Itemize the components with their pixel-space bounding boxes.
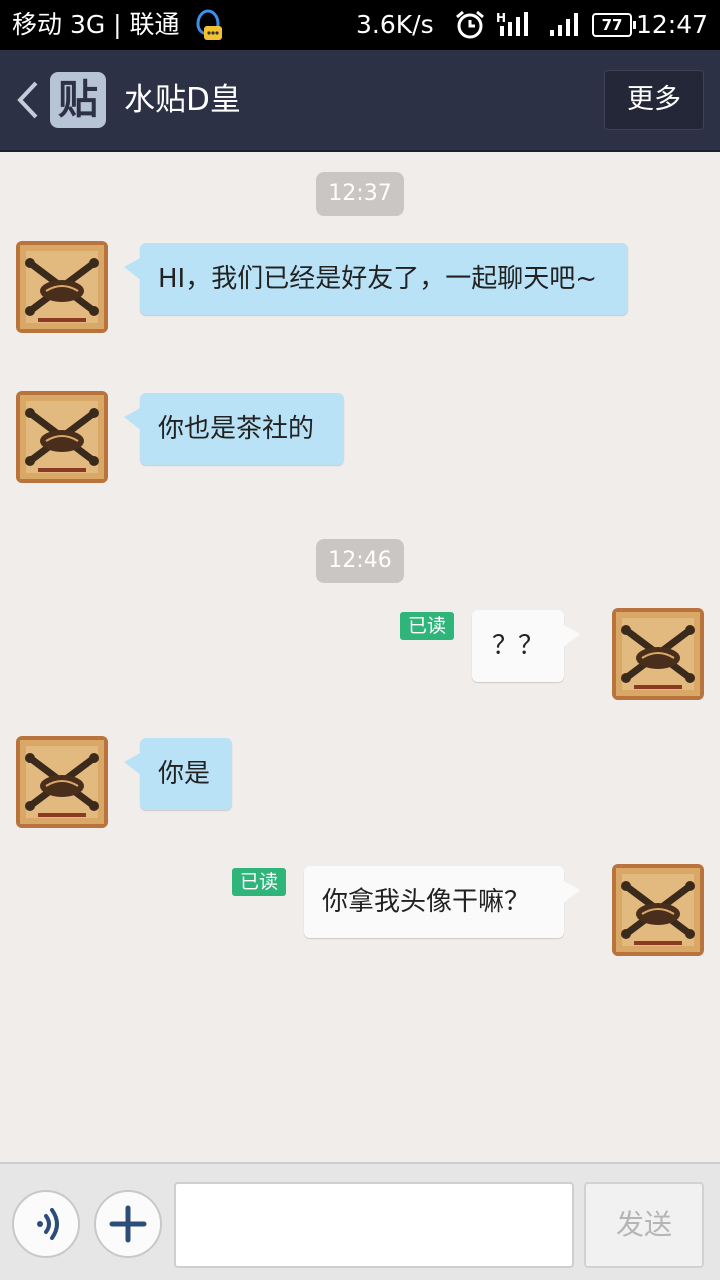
voice-icon bbox=[37, 1208, 59, 1240]
plus-icon bbox=[109, 1205, 147, 1243]
tieba-logo[interactable]: 贴 bbox=[50, 72, 106, 128]
alarm-icon bbox=[454, 10, 486, 40]
input-bar: 发送 bbox=[0, 1162, 720, 1280]
timestamp: 12:46 bbox=[316, 539, 404, 583]
clock: 12:47 bbox=[636, 10, 709, 39]
status-bar: 移动 3G | 联通 3.6K/s H 77 12:47 bbox=[0, 0, 720, 50]
avatar[interactable] bbox=[612, 864, 704, 956]
avatar[interactable] bbox=[612, 608, 704, 700]
message-bubble-outgoing[interactable]: ？？ bbox=[472, 610, 580, 682]
hspa-signal-icon: H bbox=[496, 10, 532, 40]
add-attachment-button[interactable] bbox=[94, 1190, 162, 1258]
svg-text:H: H bbox=[496, 11, 506, 25]
send-button[interactable]: 发送 bbox=[584, 1182, 704, 1268]
avatar[interactable] bbox=[16, 241, 108, 333]
timestamp: 12:37 bbox=[316, 172, 404, 216]
avatar-image bbox=[612, 864, 704, 956]
message-bubble-incoming[interactable]: 你也是茶社的 bbox=[124, 393, 344, 465]
avatar-image bbox=[16, 241, 108, 333]
message-bubble-incoming[interactable]: HI，我们已经是好友了，一起聊天吧~ bbox=[124, 243, 628, 315]
carrier-label: 移动 3G | 联通 bbox=[12, 10, 180, 39]
network-speed: 3.6K/s bbox=[356, 10, 434, 39]
avatar-image bbox=[16, 391, 108, 483]
avatar[interactable] bbox=[16, 736, 108, 828]
message-bubble-incoming[interactable]: 你是 bbox=[124, 738, 232, 810]
read-badge: 已读 bbox=[400, 612, 454, 640]
voice-button[interactable] bbox=[12, 1190, 80, 1258]
chat-area[interactable]: 12:37 HI，我们已经是好友了，一起聊天吧~ 你也是茶社的 12:46 已读… bbox=[0, 152, 720, 1162]
app-header: 贴 水贴D皇 更多 bbox=[0, 50, 720, 152]
message-bubble-outgoing[interactable]: 你拿我头像干嘛？ bbox=[304, 866, 580, 938]
avatar[interactable] bbox=[16, 391, 108, 483]
qq-icon bbox=[192, 8, 224, 42]
back-arrow-icon[interactable] bbox=[14, 80, 42, 120]
signal-icon bbox=[548, 12, 580, 38]
battery-icon: 77 bbox=[592, 13, 636, 37]
read-badge: 已读 bbox=[232, 868, 286, 896]
avatar-image bbox=[612, 608, 704, 700]
message-input[interactable] bbox=[174, 1182, 574, 1268]
chat-title: 水贴D皇 bbox=[124, 82, 241, 118]
more-button[interactable]: 更多 bbox=[604, 70, 704, 130]
avatar-image bbox=[16, 736, 108, 828]
